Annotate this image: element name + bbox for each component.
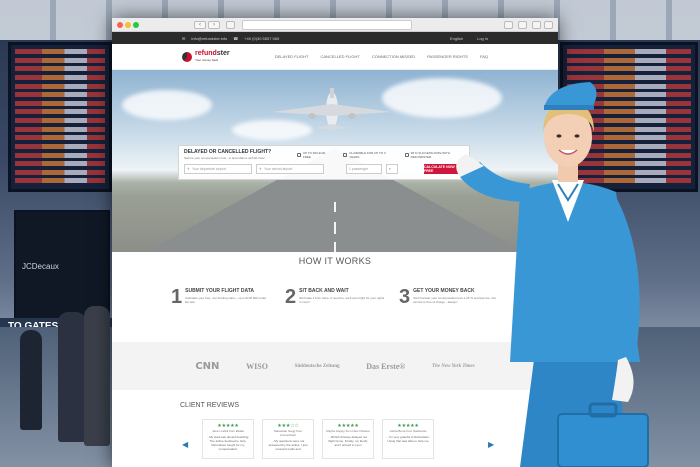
- ad-brand: JCDecaux: [22, 262, 59, 271]
- trophy-icon: [404, 153, 409, 157]
- chevron-down-icon: ▾: [389, 167, 391, 171]
- login-link[interactable]: Log in: [477, 36, 488, 41]
- ad-screen: JCDecaux: [14, 210, 110, 320]
- departure-board-left: [8, 42, 112, 192]
- passenger-count-select[interactable]: 1 passenger: [346, 164, 382, 174]
- plane-landing-icon: ✈: [259, 167, 262, 171]
- arrival-airport-input[interactable]: ✈ Your arrival airport: [256, 164, 324, 174]
- address-bar[interactable]: [242, 20, 412, 30]
- press-logo-das-erste: Das Erste®: [366, 361, 406, 371]
- check-icon: [297, 153, 301, 157]
- tabs-icon[interactable]: [518, 21, 527, 29]
- menu-connection-missed[interactable]: CONNECTION MISSED: [372, 54, 415, 59]
- departure-airport-input[interactable]: ✈ Your departure airport: [184, 164, 252, 174]
- badge-free: UP TO 600 EUR. FREE: [297, 151, 333, 159]
- settings-icon[interactable]: [532, 21, 541, 29]
- review-card: ★★★☆☆ Sebastian Gegg from Ammerbach ...M…: [262, 419, 314, 459]
- phone-icon: ☎: [233, 35, 239, 41]
- contact-bar: ✉ info@refundster.info ☎ +49 (0)30 5557 …: [112, 32, 558, 44]
- minimize-window-button[interactable]: [125, 22, 131, 28]
- forward-button[interactable]: ›: [208, 21, 220, 29]
- step-2: 2 SIT BACK AND WAIT We'll take it from th…: [285, 286, 385, 308]
- language-selector[interactable]: English: [450, 36, 463, 41]
- browser-chrome: ‹ ›: [112, 18, 558, 32]
- step-1: 1 SUBMIT YOUR FLIGHT DATA Calculate your …: [171, 286, 267, 308]
- maximize-window-button[interactable]: [133, 22, 139, 28]
- menu-cancelled-flight[interactable]: CANCELLED FLIGHT: [320, 54, 359, 59]
- prev-arrow-icon[interactable]: ◀: [182, 440, 188, 449]
- back-button[interactable]: ‹: [194, 21, 206, 29]
- contact-email[interactable]: info@refundster.info: [191, 36, 227, 41]
- flight-search-box: DELAYED OR CANCELLED FLIGHT? Secure your…: [178, 145, 470, 180]
- press-logo-wiso: WISO: [246, 361, 268, 371]
- review-card: ★★★★★ Gloria Bona from Natiscotte ...I'm…: [382, 419, 434, 459]
- plane-takeoff-icon: ✈: [187, 167, 190, 171]
- review-card: ★★★★★ Jane Lindell from Elidas ...My lea…: [202, 419, 254, 459]
- logo[interactable]: refundster Your money back: [182, 49, 230, 63]
- cloud: [122, 90, 212, 120]
- main-menu: DELAYED FLIGHT CANCELLED FLIGHT CONNECTI…: [275, 54, 488, 59]
- badge-claimable: CLAIMABLE FOR UP TO 3 YEARS: [343, 151, 394, 159]
- traveler: [58, 312, 86, 442]
- menu-faq[interactable]: FAQ: [480, 54, 488, 59]
- press-logo-sz: Süddeutsche Zeitung: [294, 363, 340, 369]
- airplane-image: [272, 88, 392, 130]
- shield-icon[interactable]: [226, 21, 235, 29]
- traveler: [20, 330, 42, 430]
- email-icon: ✉: [182, 35, 186, 41]
- menu-delayed-flight[interactable]: DELAYED FLIGHT: [275, 54, 309, 59]
- logo-mark-icon: [182, 51, 192, 62]
- passenger-dropdown-button[interactable]: ▾: [386, 164, 398, 174]
- contact-phone[interactable]: +49 (0)30 5557 565: [244, 36, 279, 41]
- close-window-button[interactable]: [117, 22, 123, 28]
- traveler: [84, 306, 110, 446]
- add-tab-icon[interactable]: [544, 21, 553, 29]
- flight-attendant-image: [456, 82, 649, 467]
- review-card: ★★★★★ Maybe Happy from New Orleans ...Br…: [322, 419, 374, 459]
- share-icon[interactable]: [504, 21, 513, 29]
- logo-text: refundster Your money back: [195, 49, 230, 62]
- menu-passenger-rights[interactable]: PASSENGER RIGHTS: [427, 54, 468, 59]
- logo-tagline: Your money back: [195, 57, 219, 62]
- press-logo-cnn: CNN: [195, 360, 220, 372]
- clock-icon: [343, 153, 348, 157]
